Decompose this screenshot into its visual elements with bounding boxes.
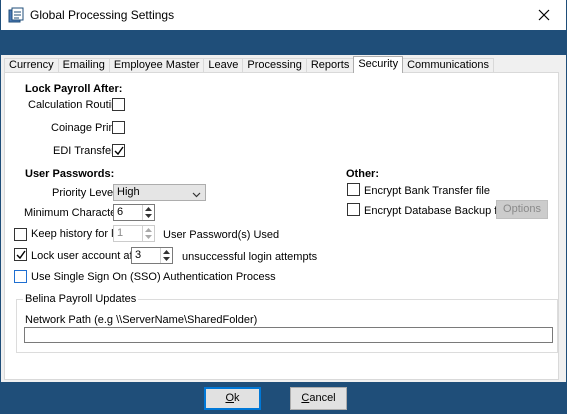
coinage-print-label: Coinage Print [51, 122, 118, 134]
coinage-print-checkbox[interactable] [112, 121, 125, 134]
encrypt-db-checkbox[interactable] [347, 203, 360, 216]
ok-label: k [234, 392, 240, 404]
other-heading: Other: [346, 168, 379, 180]
lock-account-checkbox[interactable] [14, 248, 27, 261]
updates-groupbox [16, 299, 558, 353]
ok-button[interactable]: Ok [204, 387, 261, 410]
ok-mnemonic: O [225, 392, 235, 404]
lock-account-suffix: unsuccessful login attempts [182, 251, 318, 263]
keep-history-checkbox[interactable] [14, 228, 27, 241]
tab-leave[interactable]: Leave [203, 58, 244, 73]
window-title: Global Processing Settings [30, 8, 175, 22]
network-path-label: Network Path (e.g \\ServerName\SharedFol… [25, 314, 258, 326]
user-passwords-heading: User Passwords: [25, 168, 115, 180]
spin-down-icon[interactable] [143, 212, 154, 219]
close-icon[interactable] [521, 0, 567, 30]
spin-up-icon[interactable] [143, 226, 154, 233]
keep-history-suffix: User Password(s) Used [163, 229, 280, 241]
edi-transfer-label: EDI Transfer [53, 145, 115, 157]
check-icon [16, 250, 26, 260]
priority-level-value: High [117, 186, 140, 198]
updates-group-title: Belina Payroll Updates [23, 293, 139, 305]
chevron-down-icon [192, 188, 201, 203]
spin-down-icon[interactable] [161, 255, 172, 262]
options-button[interactable]: Options [496, 200, 548, 219]
lock-account-label: Lock user account after [31, 250, 146, 262]
minimum-characters-value: 6 [117, 206, 124, 218]
tab-processing[interactable]: Processing [242, 58, 307, 73]
minimum-characters-spinner[interactable]: 6 [113, 204, 155, 221]
tab-communications[interactable]: Communications [402, 58, 495, 73]
title-bar: Global Processing Settings [0, 0, 567, 30]
network-path-input[interactable] [24, 327, 553, 343]
header-bar [1, 30, 566, 55]
cancel-button[interactable]: Cancel [290, 387, 347, 410]
tab-reports[interactable]: Reports [305, 58, 355, 73]
check-icon [114, 146, 124, 156]
cancel-label: ancel [309, 392, 336, 404]
tab-employee-master[interactable]: Employee Master [108, 58, 205, 73]
footer-bar [1, 382, 566, 414]
keep-history-value: 1 [117, 227, 124, 239]
spin-down-icon[interactable] [143, 233, 154, 240]
app-icon [8, 7, 24, 23]
lock-account-value: 3 [135, 249, 142, 261]
lock-account-spinner[interactable]: 3 [131, 247, 173, 264]
spin-up-icon[interactable] [161, 248, 172, 255]
keep-history-spinner[interactable]: 1 [113, 225, 155, 242]
tab-strip: Currency Emailing Employee Master Leave … [4, 56, 495, 73]
encrypt-db-label: Encrypt Database Backup file [364, 205, 509, 217]
lock-payroll-heading: Lock Payroll After: [25, 83, 123, 95]
tab-currency[interactable]: Currency [4, 58, 59, 73]
encrypt-bank-label: Encrypt Bank Transfer file [364, 185, 490, 197]
encrypt-bank-checkbox[interactable] [347, 183, 360, 196]
tab-security[interactable]: Security [353, 56, 404, 73]
window-border-left [0, 0, 1, 414]
sso-label: Use Single Sign On (SSO) Authentication … [31, 271, 276, 283]
priority-level-label: Priority Level: [52, 187, 119, 199]
calculation-routine-checkbox[interactable] [112, 98, 125, 111]
spin-up-icon[interactable] [143, 205, 154, 212]
edi-transfer-checkbox[interactable] [112, 144, 125, 157]
sso-checkbox[interactable] [14, 270, 27, 283]
priority-level-select[interactable]: High [113, 184, 206, 201]
calculation-routine-label: Calculation Routine [28, 99, 124, 111]
tab-emailing[interactable]: Emailing [57, 58, 110, 73]
